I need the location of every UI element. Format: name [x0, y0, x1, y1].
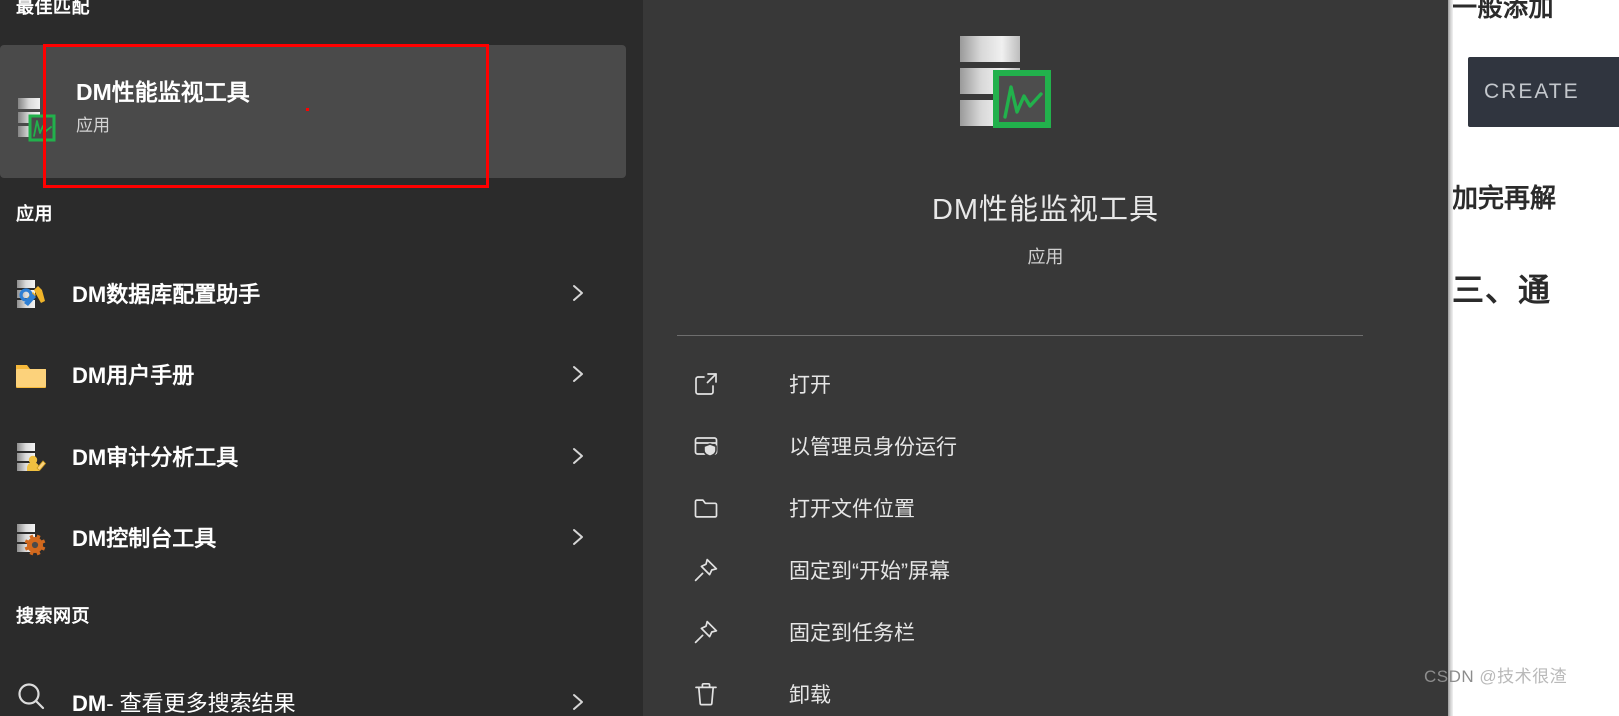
pin-icon: [693, 557, 719, 583]
search-results-column: 最佳匹配 DM性能监视工具 应用 应用 DM数据库配置助手 DM用户手册 DM审…: [0, 0, 643, 716]
action-open-file-location[interactable]: 打开文件位置: [679, 482, 1399, 534]
dm-database-config-assistant-icon: [14, 277, 48, 311]
detail-app-subtitle: 应用: [1027, 247, 1064, 267]
create-button[interactable]: CREATE: [1468, 57, 1619, 127]
open-external-icon: [693, 371, 719, 397]
dm-performance-monitor-icon: [958, 30, 1066, 138]
watermark-author: @技术很渣: [1479, 667, 1568, 686]
action-label: 打开: [789, 374, 831, 397]
chevron-right-icon[interactable]: [566, 362, 590, 386]
chevron-right-icon[interactable]: [566, 690, 590, 714]
best-match-title: DM性能监视工具: [76, 79, 250, 105]
app-detail-pane: DM性能监视工具 应用 打开 以管理员身份运行 打开文件位置 固定到“开始”屏幕…: [643, 0, 1448, 716]
app-result-row[interactable]: DM控制台工具: [0, 506, 626, 568]
folder-icon: [14, 358, 48, 392]
chevron-right-icon[interactable]: [566, 281, 590, 305]
watermark-prefix: CSDN: [1424, 667, 1475, 686]
create-button-label: CREATE: [1484, 80, 1580, 103]
section-header-best-match: 最佳匹配: [16, 0, 90, 17]
page-scrollbar-gutter[interactable]: [1448, 0, 1453, 716]
app-result-label: DM数据库配置助手: [72, 282, 261, 307]
detail-app-title: DM性能监视工具: [931, 194, 1160, 226]
action-open[interactable]: 打开: [679, 358, 1399, 410]
dm-performance-monitor-icon: [10, 93, 62, 145]
action-run-as-administrator[interactable]: 以管理员身份运行: [679, 420, 1399, 472]
action-label: 以管理员身份运行: [789, 436, 957, 459]
shield-admin-icon: [693, 433, 719, 459]
action-pin-to-start[interactable]: 固定到“开始”屏幕: [679, 544, 1399, 596]
app-result-label: DM审计分析工具: [72, 445, 239, 470]
pin-icon: [693, 619, 719, 645]
section-header-apps: 应用: [16, 204, 53, 224]
best-match-result[interactable]: DM性能监视工具 应用: [0, 45, 626, 178]
section-header-web-search: 搜索网页: [16, 606, 90, 626]
webpage-heading-top: 一般添加: [1452, 0, 1555, 22]
red-annotation-dot: [306, 108, 309, 111]
start-menu-search-flyout: 最佳匹配 DM性能监视工具 应用 应用 DM数据库配置助手 DM用户手册 DM审…: [0, 0, 1448, 716]
app-result-row[interactable]: DM数据库配置助手: [0, 262, 626, 324]
webpage-heading-section: 三、通: [1452, 272, 1552, 308]
dm-audit-analysis-icon: [14, 440, 48, 474]
chevron-right-icon[interactable]: [566, 525, 590, 549]
dm-console-tool-icon: [14, 521, 48, 556]
action-uninstall[interactable]: 卸载: [679, 668, 1399, 716]
folder-open-icon: [693, 495, 719, 521]
web-search-result-row[interactable]: DM- 查看更多搜索结果: [0, 664, 626, 716]
trash-icon: [693, 681, 719, 707]
web-search-result-label: DM- 查看更多搜索结果: [72, 686, 296, 716]
app-result-label: DM用户手册: [72, 363, 195, 388]
action-label: 卸载: [789, 684, 831, 707]
app-result-row[interactable]: DM用户手册: [0, 343, 626, 405]
detail-divider: [677, 335, 1363, 336]
action-pin-to-taskbar[interactable]: 固定到任务栏: [679, 606, 1399, 658]
app-result-row[interactable]: DM审计分析工具: [0, 425, 626, 487]
action-label: 打开文件位置: [789, 498, 915, 521]
web-search-suffix: - 查看更多搜索结果: [106, 691, 296, 716]
app-result-label: DM控制台工具: [72, 526, 217, 551]
best-match-subtitle: 应用: [76, 116, 110, 135]
action-label: 固定到任务栏: [789, 622, 915, 645]
webpage-heading-mid: 加完再解: [1452, 183, 1557, 213]
search-icon: [14, 679, 48, 713]
background-webpage: 一般添加 CREATE 加完再解 三、通: [1452, 0, 1619, 716]
csdn-watermark: CSDN @技术很渣: [1424, 662, 1567, 687]
action-label: 固定到“开始”屏幕: [789, 560, 950, 583]
web-search-query: DM: [72, 691, 107, 716]
chevron-right-icon[interactable]: [566, 444, 590, 468]
